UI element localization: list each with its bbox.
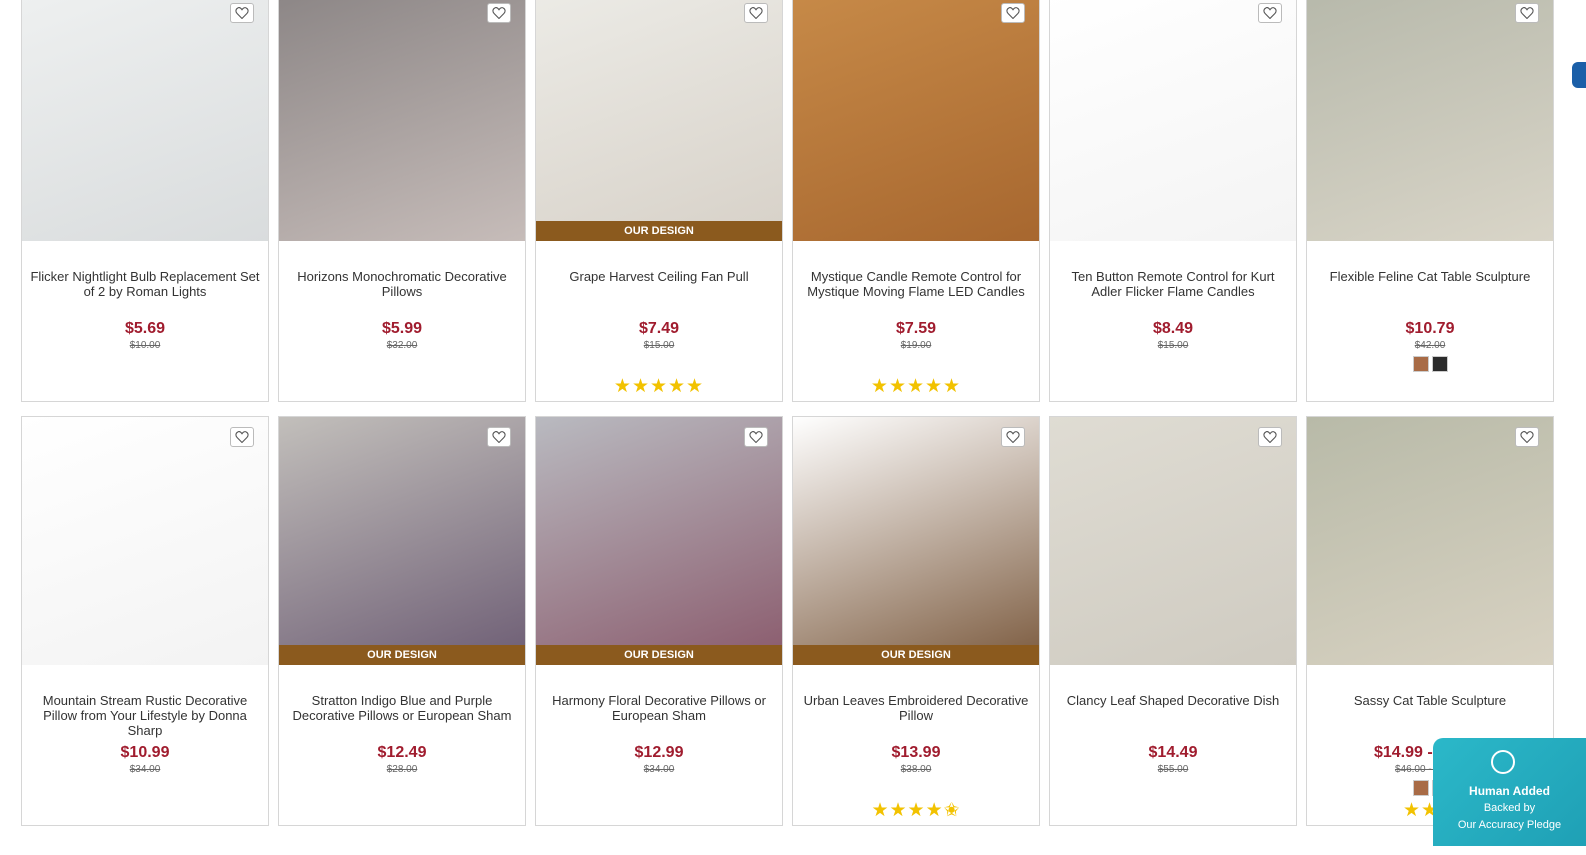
product-original-price: $42.00: [1414, 340, 1446, 351]
product-row: Flicker Nightlight Bulb Replacement Set …: [21, 0, 1565, 402]
product-title[interactable]: Mystique Candle Remote Control for Mysti…: [799, 269, 1033, 299]
product-original-price: $55.00: [1157, 764, 1189, 775]
product-price: $5.69: [124, 320, 166, 337]
product-image[interactable]: OUR DESIGN: [536, 417, 782, 665]
product-image[interactable]: [1307, 0, 1553, 241]
product-image[interactable]: [1050, 0, 1296, 241]
product-price: $8.49: [1152, 320, 1194, 337]
product-title[interactable]: Grape Harvest Ceiling Fan Pull: [542, 269, 776, 284]
wishlist-heart-icon[interactable]: [1515, 427, 1539, 447]
rating-stars-icon: ★★★★★: [613, 376, 705, 397]
product-price: $12.49: [377, 744, 427, 761]
product-card[interactable]: OUR DESIGN Grape Harvest Ceiling Fan Pul…: [535, 0, 783, 402]
product-title[interactable]: Flexible Feline Cat Table Sculpture: [1313, 269, 1547, 284]
product-original-price: $19.00: [900, 340, 932, 351]
product-price: $7.59: [895, 320, 937, 337]
product-image[interactable]: [22, 0, 268, 241]
product-image[interactable]: [1307, 417, 1553, 665]
product-price: $10.79: [1405, 320, 1455, 337]
product-title[interactable]: Clancy Leaf Shaped Decorative Dish: [1056, 693, 1290, 708]
product-image[interactable]: [793, 0, 1039, 241]
color-swatches: [1307, 356, 1553, 372]
wishlist-heart-icon[interactable]: [744, 427, 768, 447]
product-card[interactable]: OUR DESIGN Urban Leaves Embroidered Deco…: [792, 416, 1040, 826]
wishlist-heart-icon[interactable]: [1001, 427, 1025, 447]
product-original-price: $34.00: [129, 764, 161, 775]
product-image[interactable]: [22, 417, 268, 665]
product-original-price: $34.00: [643, 764, 675, 775]
product-price: $12.99: [634, 744, 684, 761]
product-original-price: $38.00: [900, 764, 932, 775]
product-row: Mountain Stream Rustic Decorative Pillow…: [21, 416, 1565, 826]
our-design-badge: OUR DESIGN: [793, 645, 1039, 665]
wishlist-heart-icon[interactable]: [230, 3, 254, 23]
product-image[interactable]: OUR DESIGN: [279, 417, 525, 665]
product-card[interactable]: Mountain Stream Rustic Decorative Pillow…: [21, 416, 269, 826]
product-price: $10.99: [120, 744, 170, 761]
product-original-price: $28.00: [386, 764, 418, 775]
our-design-badge: OUR DESIGN: [536, 221, 782, 241]
trust-line-2: Our Accuracy Pledge: [1457, 819, 1562, 831]
product-title[interactable]: Stratton Indigo Blue and Purple Decorati…: [285, 693, 519, 723]
product-price: $14.49: [1148, 744, 1198, 761]
product-card[interactable]: Flicker Nightlight Bulb Replacement Set …: [21, 0, 269, 402]
side-tab[interactable]: [1572, 62, 1586, 88]
rating-stars-icon: ★★★★✬: [871, 800, 961, 821]
product-title[interactable]: Flicker Nightlight Bulb Replacement Set …: [28, 269, 262, 299]
product-image[interactable]: OUR DESIGN: [536, 0, 782, 241]
product-title[interactable]: Ten Button Remote Control for Kurt Adler…: [1056, 269, 1290, 299]
product-grid: Flicker Nightlight Bulb Replacement Set …: [21, 0, 1565, 840]
trust-title: Human Added: [1469, 784, 1550, 798]
our-design-badge: OUR DESIGN: [279, 645, 525, 665]
rating-stars-icon: ★★★★★: [870, 376, 962, 397]
product-image[interactable]: [279, 0, 525, 241]
product-card[interactable]: OUR DESIGN Harmony Floral Decorative Pil…: [535, 416, 783, 826]
wishlist-heart-icon[interactable]: [1258, 427, 1282, 447]
wishlist-heart-icon[interactable]: [744, 3, 768, 23]
product-title[interactable]: Harmony Floral Decorative Pillows or Eur…: [542, 693, 776, 723]
product-card[interactable]: Ten Button Remote Control for Kurt Adler…: [1049, 0, 1297, 402]
wishlist-heart-icon[interactable]: [1515, 3, 1539, 23]
product-title[interactable]: Urban Leaves Embroidered Decorative Pill…: [799, 693, 1033, 723]
wishlist-heart-icon[interactable]: [1001, 3, 1025, 23]
product-original-price: $15.00: [643, 340, 675, 351]
product-title[interactable]: Sassy Cat Table Sculpture: [1313, 693, 1547, 708]
product-image[interactable]: OUR DESIGN: [793, 417, 1039, 665]
product-card[interactable]: Clancy Leaf Shaped Decorative Dish $14.4…: [1049, 416, 1297, 826]
wishlist-heart-icon[interactable]: [487, 3, 511, 23]
wishlist-heart-icon[interactable]: [1258, 3, 1282, 23]
product-price: $5.99: [381, 320, 423, 337]
color-swatch[interactable]: [1431, 356, 1448, 372]
product-price: $7.49: [638, 320, 680, 337]
our-design-badge: OUR DESIGN: [536, 645, 782, 665]
product-card[interactable]: OUR DESIGN Stratton Indigo Blue and Purp…: [278, 416, 526, 826]
color-swatch[interactable]: [1412, 780, 1429, 796]
product-title[interactable]: Mountain Stream Rustic Decorative Pillow…: [28, 693, 262, 738]
product-card[interactable]: Mystique Candle Remote Control for Mysti…: [792, 0, 1040, 402]
product-original-price: $32.00: [386, 340, 418, 351]
product-card[interactable]: Flexible Feline Cat Table Sculpture $10.…: [1306, 0, 1554, 402]
product-card[interactable]: Horizons Monochromatic Decorative Pillow…: [278, 0, 526, 402]
wishlist-heart-icon[interactable]: [230, 427, 254, 447]
wishlist-heart-icon[interactable]: [487, 427, 511, 447]
accuracy-pledge-badge[interactable]: Human Added Backed by Our Accuracy Pledg…: [1433, 738, 1586, 846]
color-swatch[interactable]: [1412, 356, 1429, 372]
product-title[interactable]: Horizons Monochromatic Decorative Pillow…: [285, 269, 519, 299]
product-image[interactable]: [1050, 417, 1296, 665]
trust-line-1: Backed by: [1483, 802, 1536, 814]
product-original-price: $10.00: [129, 340, 161, 351]
chat-icon: [1491, 750, 1515, 774]
product-price: $13.99: [891, 744, 941, 761]
product-original-price: $15.00: [1157, 340, 1189, 351]
